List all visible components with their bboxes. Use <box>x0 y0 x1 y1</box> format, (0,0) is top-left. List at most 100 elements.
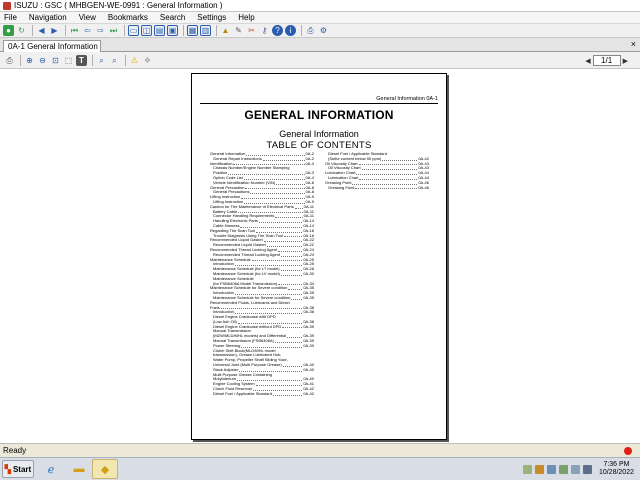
cascade-icon[interactable]: ▥ <box>200 25 211 36</box>
menu-help[interactable]: Help <box>238 13 254 22</box>
toc-leader-dots <box>256 229 303 233</box>
refresh-icon[interactable]: ↻ <box>16 25 27 36</box>
toc-entry[interactable]: Diesel Fuel / Applicable Standard 0A-42 <box>210 392 314 397</box>
page-navigator: ◀ 1/1 ▶ <box>583 55 630 66</box>
toc-leader-dots <box>255 382 303 387</box>
toc-leader-dots <box>272 392 303 396</box>
tile-icon[interactable]: ▦ <box>187 25 198 36</box>
app-icon <box>3 1 11 10</box>
clock-time: 7:36 PM <box>603 461 630 468</box>
toc-right-column: Diesel Fuel / Applicable Standard (Sulfur… <box>325 152 429 190</box>
forward-icon[interactable]: ▶ <box>49 25 60 36</box>
toc-leader-dots <box>358 162 418 166</box>
title-bar: ISUZU : GSC ( MHBGEN-WE-0991 : General I… <box>0 0 640 12</box>
bookmark-icon[interactable]: ❖ <box>142 55 153 66</box>
header-rule <box>200 103 438 104</box>
tools-icon[interactable]: ✎ <box>233 25 244 36</box>
clock-date: 10/28/2022 <box>598 469 634 476</box>
flag-icon[interactable] <box>534 464 544 474</box>
toc-entry-page: 0A-38 <box>303 310 314 315</box>
first-page-icon[interactable]: ⏮ <box>69 25 80 36</box>
toc-entry-page: 0A-46 <box>418 185 429 190</box>
zoom-in-icon[interactable]: ⊕ <box>24 55 35 66</box>
close-tab-icon[interactable]: × <box>631 39 636 49</box>
toc-entry-page: 0A-39 <box>303 324 314 329</box>
toc-leader-dots <box>251 258 303 262</box>
select-icon[interactable]: ⬚ <box>63 55 74 66</box>
toc-leader-dots <box>282 363 303 367</box>
info-icon[interactable]: i <box>285 25 296 36</box>
document-viewer[interactable]: General Information 0A-1 GENERAL INFORMA… <box>0 69 640 443</box>
settings-icon[interactable]: ⚙ <box>318 25 329 36</box>
toc-leader-dots <box>233 162 305 166</box>
find-next-icon[interactable]: ⌕ <box>109 55 120 66</box>
stamp-icon[interactable]: ▲ <box>220 25 231 36</box>
menu-bar: File Navigation View Bookmarks Search Se… <box>0 12 640 24</box>
go-icon[interactable]: ● <box>3 25 14 36</box>
fit-page-icon[interactable]: ⊡ <box>50 55 61 66</box>
toolbar-separator <box>92 54 93 66</box>
connection-icon[interactable] <box>582 464 592 474</box>
menu-view[interactable]: View <box>79 13 96 22</box>
toc-leader-dots <box>237 320 303 324</box>
toc-leader-dots <box>352 181 418 185</box>
menu-file[interactable]: File <box>4 13 17 22</box>
toc-leader-dots <box>288 286 303 291</box>
page-number-field[interactable]: 1/1 <box>592 55 621 66</box>
menu-navigation[interactable]: Navigation <box>29 13 67 22</box>
toc-entry-page: 0A-35 <box>303 295 314 300</box>
next-page-icon[interactable]: ▶ <box>623 57 628 65</box>
next-icon[interactable]: ⇨ <box>95 25 106 36</box>
window-icon[interactable]: ▭ <box>128 25 139 36</box>
text-tool-icon[interactable]: T <box>76 54 87 66</box>
document-icon[interactable]: ▤ <box>154 25 165 36</box>
toolbar-separator <box>124 25 125 36</box>
last-page-icon[interactable]: ⏭ <box>108 25 119 36</box>
isuzu-app-taskbar-icon[interactable]: ◆ <box>92 459 118 479</box>
toc-leader-dots <box>266 243 303 247</box>
start-button[interactable]: ▚ Start <box>2 460 34 478</box>
system-tray: 7:36 PM 10/28/2022 <box>522 460 634 478</box>
key-icon[interactable]: ⚷ <box>259 25 270 36</box>
internet-explorer-icon[interactable]: ℯ <box>38 459 64 479</box>
find-icon[interactable]: ⌕ <box>96 55 107 66</box>
toolbar-separator <box>20 54 21 66</box>
warning-icon[interactable]: ⚠ <box>129 55 140 66</box>
menu-settings[interactable]: Settings <box>197 13 226 22</box>
document-page: General Information 0A-1 GENERAL INFORMA… <box>191 73 447 440</box>
tray-app-icon[interactable] <box>558 464 568 474</box>
record-icon[interactable] <box>624 447 632 455</box>
display-icon[interactable] <box>546 464 556 474</box>
file-explorer-icon[interactable]: ▬ <box>66 459 92 479</box>
toc-leader-dots <box>234 262 303 267</box>
toolbar-separator <box>32 25 33 36</box>
toc-leader-dots <box>234 310 303 315</box>
image-icon[interactable]: ▣ <box>167 25 178 36</box>
zoom-out-icon[interactable]: ⊖ <box>37 55 48 66</box>
previous-icon[interactable]: ⇦ <box>82 25 93 36</box>
help-icon[interactable]: ? <box>272 25 283 36</box>
toc-leader-dots <box>280 267 303 271</box>
menu-search[interactable]: Search <box>160 13 185 22</box>
print-page-icon[interactable]: ⎙ <box>4 55 15 66</box>
menu-bookmarks[interactable]: Bookmarks <box>108 13 148 22</box>
toc-leader-dots <box>287 334 303 339</box>
network-icon[interactable] <box>522 464 532 474</box>
tab-general-information[interactable]: 0A-1 General Information <box>3 40 101 52</box>
toc-entry-title: Diesel Fuel / Applicable Standard <box>213 391 272 396</box>
previous-page-icon[interactable]: ◀ <box>585 57 590 65</box>
print-icon[interactable]: ⎙ <box>305 25 316 36</box>
toc-entry[interactable]: Greasing Point 0A-46 <box>325 186 429 191</box>
toc-leader-dots <box>283 234 303 238</box>
back-icon[interactable]: ◀ <box>36 25 47 36</box>
clock[interactable]: 7:36 PM 10/28/2022 <box>599 461 634 477</box>
toc-leader-dots <box>280 272 303 276</box>
toc-leader-dots <box>281 253 303 257</box>
volume-icon[interactable] <box>570 464 580 474</box>
cut-icon[interactable]: ✂ <box>246 25 257 36</box>
toc-leader-dots <box>239 368 303 372</box>
toc-leader-dots <box>236 377 303 382</box>
split-view-icon[interactable]: ◫ <box>141 25 152 36</box>
start-label: Start <box>12 464 32 474</box>
document-toolbar: ⎙ ⊕ ⊖ ⊡ ⬚ T ⌕ ⌕ ⚠ ❖ ◀ 1/1 ▶ <box>0 52 640 69</box>
